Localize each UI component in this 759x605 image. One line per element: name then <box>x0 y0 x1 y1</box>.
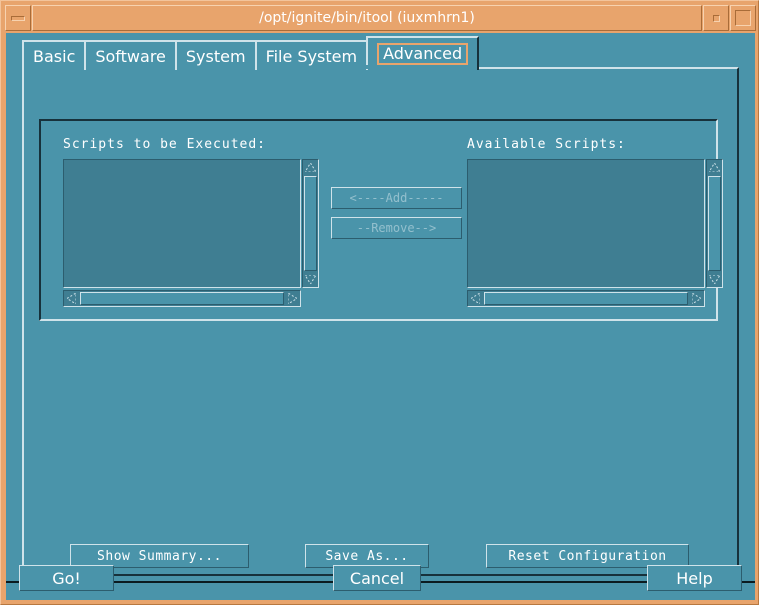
help-button[interactable]: Help <box>647 565 742 591</box>
scroll-right-arrow-icon[interactable] <box>285 291 300 306</box>
window-title: /opt/ignite/bin/itool (iuxmhrn1) <box>259 10 475 26</box>
scroll-up-arrow-icon[interactable] <box>303 160 318 175</box>
title-bar: /opt/ignite/bin/itool (iuxmhrn1) <box>5 5 756 31</box>
maximize-button[interactable] <box>730 5 756 31</box>
tab-basic-label: Basic <box>33 46 76 66</box>
client-area: Scripts to be Executed: <----Add----- --… <box>6 33 755 600</box>
scripts-to-be-executed-vscrollbar[interactable] <box>302 159 319 288</box>
help-button-label: Help <box>676 568 713 588</box>
minimize-icon <box>11 15 25 21</box>
save-as-button-label: Save As... <box>325 548 409 564</box>
scripts-to-be-executed-label: Scripts to be Executed: <box>63 137 267 152</box>
scroll-left-arrow-icon[interactable] <box>64 291 79 306</box>
available-scripts-list-area[interactable] <box>467 159 705 288</box>
available-scripts-label: Available Scripts: <box>467 137 626 152</box>
show-summary-button-label: Show Summary... <box>97 548 222 564</box>
go-button-label: Go! <box>52 568 81 588</box>
tab-file-system[interactable]: File System <box>254 40 369 70</box>
available-scripts-listbox[interactable] <box>467 159 723 309</box>
cancel-button[interactable]: Cancel <box>333 565 421 591</box>
scroll-thumb[interactable] <box>80 292 284 305</box>
tab-system-label: System <box>185 46 246 66</box>
title-text-area[interactable]: /opt/ignite/bin/itool (iuxmhrn1) <box>32 5 702 31</box>
scroll-thumb[interactable] <box>304 176 317 271</box>
scripts-group-frame: Scripts to be Executed: <----Add----- --… <box>39 119 723 321</box>
scripts-to-be-executed-listbox[interactable] <box>63 159 319 309</box>
tab-software[interactable]: Software <box>84 40 177 70</box>
cancel-button-label: Cancel <box>349 568 405 588</box>
remove-button[interactable]: --Remove--> <box>331 217 462 239</box>
restore-button[interactable] <box>703 5 729 31</box>
tab-system[interactable]: System <box>174 40 257 70</box>
scroll-left-arrow-icon[interactable] <box>468 291 483 306</box>
go-button[interactable]: Go! <box>19 565 114 591</box>
scroll-up-arrow-icon[interactable] <box>707 160 722 175</box>
scroll-down-arrow-icon[interactable] <box>707 272 722 287</box>
scroll-thumb[interactable] <box>708 176 721 271</box>
available-scripts-hscrollbar[interactable] <box>467 290 705 307</box>
restore-icon <box>712 14 720 22</box>
reset-configuration-button-label: Reset Configuration <box>508 548 667 564</box>
tab-content-panel: Scripts to be Executed: <----Add----- --… <box>22 67 739 576</box>
scroll-thumb[interactable] <box>484 292 688 305</box>
scripts-to-be-executed-hscrollbar[interactable] <box>63 290 301 307</box>
available-scripts-vscrollbar[interactable] <box>706 159 723 288</box>
tab-basic[interactable]: Basic <box>22 40 87 70</box>
scroll-down-arrow-icon[interactable] <box>303 272 318 287</box>
add-button[interactable]: <----Add----- <box>331 187 462 209</box>
maximize-icon <box>735 10 751 26</box>
remove-button-label: --Remove--> <box>356 221 437 235</box>
selected-tab-notch <box>362 65 466 69</box>
scroll-right-arrow-icon[interactable] <box>689 291 704 306</box>
window-frame: /opt/ignite/bin/itool (iuxmhrn1) Scripts… <box>0 0 759 605</box>
tab-file-system-label: File System <box>265 46 358 66</box>
tab-software-label: Software <box>95 46 166 66</box>
tab-advanced-label: Advanced <box>377 43 469 65</box>
scripts-to-be-executed-list-area[interactable] <box>63 159 301 288</box>
minimize-button[interactable] <box>5 5 31 31</box>
add-button-label: <----Add----- <box>349 191 444 205</box>
